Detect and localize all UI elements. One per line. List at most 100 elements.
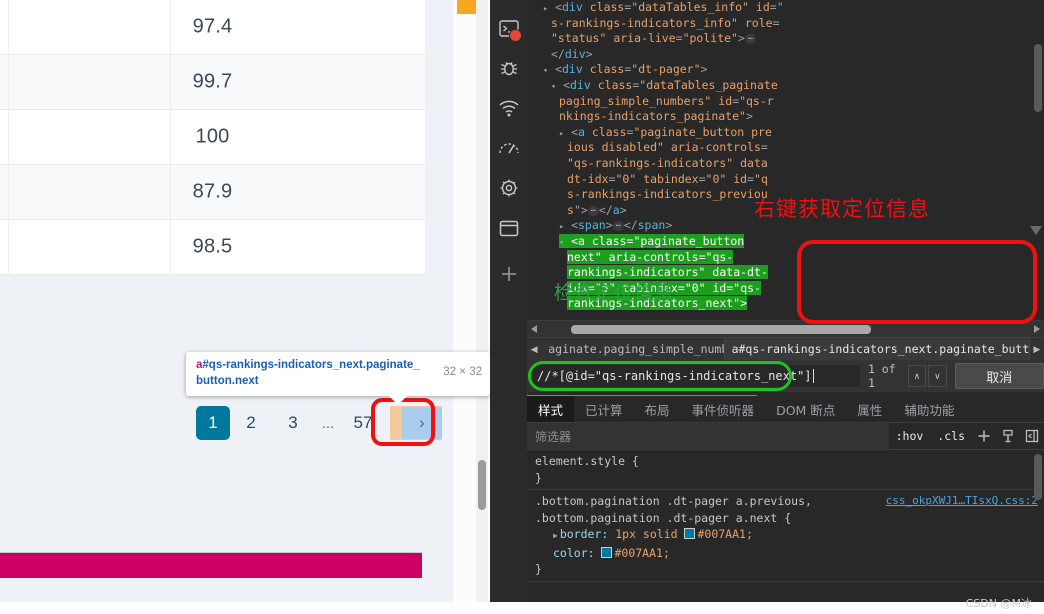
css-declaration-border[interactable]: ▶ border: 1px solid #007AA1; [535, 526, 1036, 545]
disclosure-triangle-icon[interactable]: ▾ [551, 82, 556, 92]
pagination-css-rule[interactable]: css_okpXWJ1…TIsxQ.css:2 .bottom.paginati… [527, 490, 1044, 582]
css-source-link[interactable]: css_okpXWJ1…TIsxQ.css:2 [886, 493, 1038, 510]
styles-filter-input[interactable]: 筛选器 [527, 423, 889, 449]
computed-styles-icon[interactable] [996, 423, 1020, 449]
border-expander-icon[interactable]: ▶ [553, 531, 558, 540]
hov-button[interactable]: :hov [889, 429, 931, 443]
annotation-highlight-ring-search [528, 361, 792, 391]
scroll-right-arrow-icon[interactable] [1034, 325, 1040, 333]
dom-line[interactable]: </div> [527, 47, 1044, 63]
dom-line[interactable]: nkings-indicators_paginate"> [527, 109, 1044, 125]
annotation-text-inspect: 检查定位信息 [554, 282, 675, 304]
css-declaration-color[interactable]: color: #007AA1; [535, 545, 1036, 562]
new-style-rule-icon[interactable] [972, 423, 996, 449]
breadcrumb[interactable]: ◀ aginate.paging_simple_numbersa#qs-rank… [527, 337, 1044, 361]
styles-pane[interactable]: element.style { } css_okpXWJ1…TIsxQ.css:… [527, 450, 1044, 602]
pagination-page-1[interactable]: 1 [196, 406, 230, 440]
breadcrumb-scroll-left-icon[interactable]: ◀ [527, 338, 541, 360]
dom-line[interactable]: ▾ <div class="dataTables_paginate [527, 78, 1044, 94]
disclosure-triangle-icon[interactable]: ▸ [559, 222, 564, 232]
devtools-sidebar[interactable] [490, 0, 528, 602]
add-icon[interactable] [490, 254, 527, 294]
table-row: 98.5 [0, 220, 425, 275]
table-cell-value: 100 [195, 125, 230, 148]
table-cell-value: 99.7 [192, 70, 233, 93]
page-scrollbar-track[interactable] [476, 0, 488, 602]
color-swatch[interactable] [601, 546, 613, 558]
pagination-page-2[interactable]: 2 [230, 404, 272, 442]
scroll-left-arrow-icon[interactable] [531, 325, 537, 333]
tab-2[interactable]: 布局 [634, 396, 681, 422]
search-prev-button[interactable]: ∧ [907, 365, 927, 387]
disclosure-triangle-icon[interactable]: ▾ [543, 66, 548, 76]
table-row: 99.7 [0, 55, 425, 110]
dom-line[interactable]: s-rankings-indicators_info" role= [527, 16, 1044, 32]
element-style-open: element.style { [535, 454, 639, 468]
disclosure-triangle-icon[interactable]: ▸ [543, 4, 548, 14]
annotation-highlight-ring-dom-node [797, 240, 1037, 324]
collapsed-children-icon[interactable]: ⋯ [612, 221, 624, 232]
tooltip-dimensions: 32 × 32 [443, 366, 482, 378]
dom-hscroll-thumb[interactable] [571, 325, 871, 334]
search-next-button[interactable]: ∨ [928, 365, 947, 387]
tab-0[interactable]: 样式 [527, 396, 575, 422]
bug-icon[interactable] [490, 48, 527, 88]
cls-button[interactable]: .cls [930, 429, 972, 443]
border-prop-name: border: [559, 527, 609, 541]
styles-filter-row[interactable]: 筛选器 :hov .cls [527, 423, 1044, 450]
element-style-rule[interactable]: element.style { } [527, 450, 1044, 490]
tooltip-selector: a#qs-rankings-indicators_next.paginate_b… [196, 357, 426, 389]
element-style-close: } [535, 470, 542, 485]
styles-tab-bar[interactable]: 样式 已计算 布局 事件侦听器 DOM 断点 属性 辅助功能 [527, 396, 1044, 423]
collapsed-children-icon[interactable]: ⋯ [587, 205, 599, 216]
table-row: 100 [0, 110, 425, 165]
color-prop-name: color: [553, 545, 595, 560]
pagination-page-3[interactable]: 3 [272, 404, 314, 442]
styles-scrollbar-thumb[interactable] [1034, 454, 1042, 500]
console-error-badge [509, 29, 522, 42]
text-caret [812, 369, 814, 383]
dom-line[interactable]: ▾ <div class="dt-pager"> [527, 62, 1044, 78]
memory-chip-icon[interactable] [490, 168, 527, 208]
tab-1[interactable]: 已计算 [574, 396, 634, 422]
tab-4[interactable]: DOM 断点 [765, 396, 846, 422]
dom-scrollbar-thumb[interactable] [1034, 44, 1042, 112]
page-scrollbar-thumb[interactable] [478, 460, 486, 510]
dom-line[interactable]: "qs-rankings-indicators" data [527, 156, 1044, 172]
dom-line[interactable]: dt-idx="0" tabindex="0" id="q [527, 172, 1044, 188]
network-icon[interactable] [490, 88, 527, 128]
console-icon[interactable] [490, 8, 527, 48]
breadcrumb-scroll-right-icon[interactable]: ▶ [1030, 338, 1044, 360]
tab-3[interactable]: 事件侦听器 [681, 396, 766, 422]
color-prop-value: #007AA1; [614, 545, 670, 560]
application-icon[interactable] [490, 208, 527, 248]
dom-line[interactable]: paging_simple_numbers" id="qs-r [527, 94, 1044, 110]
border-prop-color: #007AA1; [697, 527, 753, 541]
breadcrumb-item[interactable]: a#qs-rankings-indicators_next.paginate_b… [724, 338, 1030, 360]
tab-6[interactable]: 辅助功能 [893, 396, 965, 422]
search-match-count: 1 of 1 [867, 362, 896, 390]
performance-icon[interactable] [490, 128, 527, 168]
collapsed-children-icon[interactable]: ⋯ [744, 34, 757, 45]
dom-line[interactable]: "status" aria-live="polite"> ⋯ [527, 31, 1044, 47]
dom-scroll-down-arrow[interactable] [1030, 226, 1042, 235]
inspected-web-page[interactable]: 97.4 99.7 100 87.9 98.5 1 2 3... 57 › a#qs-ranki… [0, 0, 490, 602]
table-cell-value: 97.4 [192, 15, 233, 38]
styles-filter-placeholder: 筛选器 [535, 429, 572, 444]
table-row: 87.9 [0, 165, 425, 220]
element-inspector-tooltip: a#qs-rankings-indicators_next.paginate_b… [186, 352, 490, 405]
tooltip-selector-text: #qs-rankings-indicators_next.paginate_bu… [196, 359, 420, 387]
tab-5[interactable]: 属性 [846, 396, 893, 422]
dom-line[interactable]: ious disabled" aria-controls= [527, 140, 1044, 156]
breadcrumb-item[interactable]: aginate.paging_simple_numbers [541, 338, 725, 360]
border-color-swatch[interactable] [684, 528, 696, 539]
search-cancel-button[interactable]: 取消 [954, 363, 1044, 389]
toggle-sidebar-icon[interactable] [1020, 423, 1044, 449]
disclosure-triangle-icon[interactable]: ▸ [559, 129, 564, 139]
css-selector-line-2[interactable]: .bottom.pagination .dt-pager a.next { [535, 510, 1036, 527]
dom-line[interactable]: ▸ <a class="paginate_button pre [527, 125, 1044, 141]
disclosure-triangle-icon[interactable]: ▾ [559, 238, 564, 248]
css-rule-close: } [535, 562, 542, 576]
dom-line[interactable]: ▸ <div class="dataTables_info" id=" [527, 0, 1044, 16]
annotation-highlight-ring-next-button [371, 398, 435, 446]
